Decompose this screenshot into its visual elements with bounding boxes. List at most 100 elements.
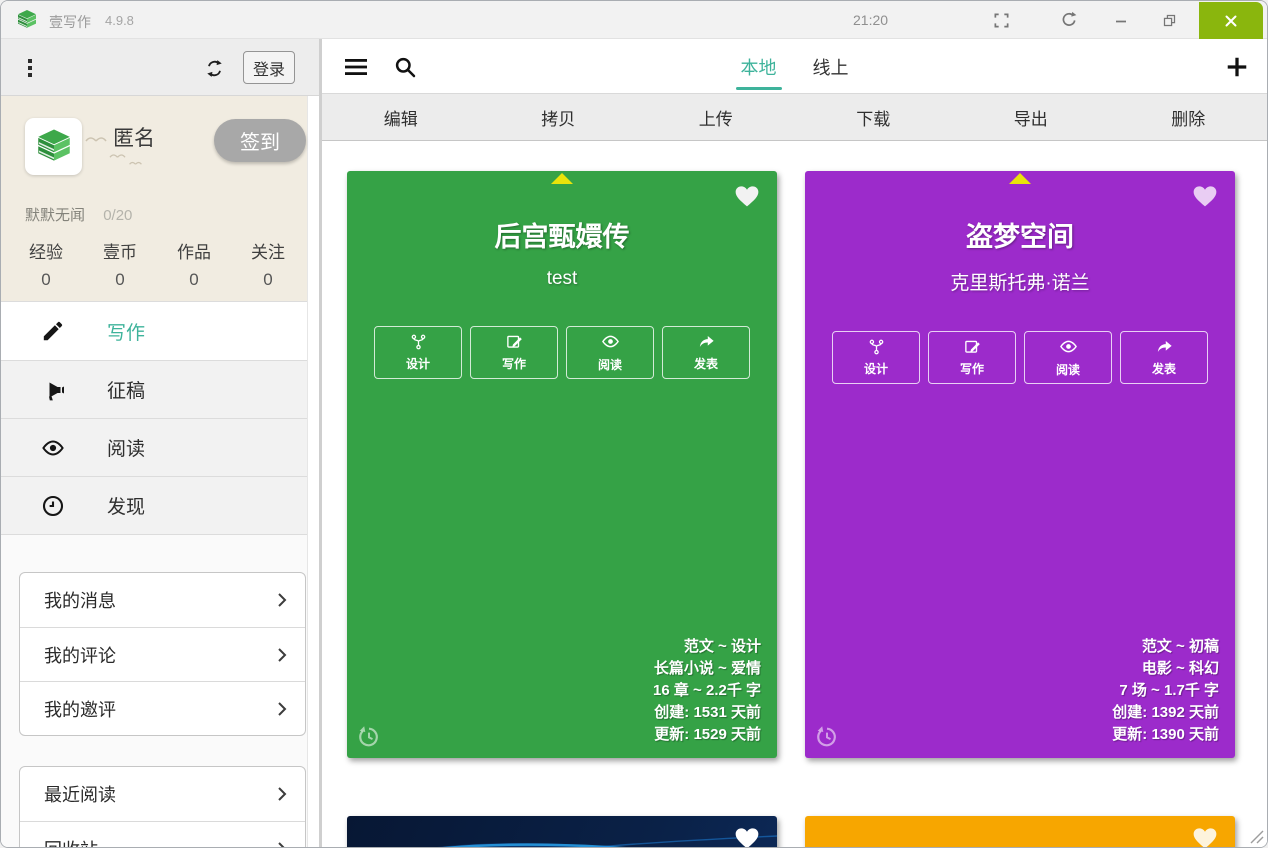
menu-kebab-button[interactable] — [15, 53, 45, 83]
eye-icon — [601, 332, 620, 351]
fork-icon — [410, 333, 427, 350]
username-text: 匿名 — [113, 122, 155, 152]
main-panel: 本地 线上 编辑 拷贝 上传 下载 导出 — [322, 39, 1267, 848]
recent-group: 最近阅读 回收站 — [19, 766, 306, 848]
clock-text: 21:20 — [853, 12, 888, 28]
action-toolbar: 编辑 拷贝 上传 下载 导出 删除 — [322, 94, 1267, 141]
avatar[interactable] — [25, 118, 82, 175]
bird-watermark-icon — [129, 160, 142, 165]
app-logo-icon — [15, 8, 39, 32]
resize-grip-icon — [1247, 827, 1265, 845]
card-subtitle: test — [347, 268, 777, 290]
read-button[interactable]: 阅读 — [566, 326, 654, 379]
design-button[interactable]: 设计 — [374, 326, 462, 379]
favorite-heart-icon[interactable] — [733, 824, 763, 848]
edit-square-icon — [964, 338, 981, 355]
search-button[interactable] — [394, 55, 420, 79]
app-title: 壹写作 — [49, 12, 91, 32]
sidebar: 登录 — [1, 39, 319, 848]
delete-button[interactable]: 删除 — [1110, 94, 1268, 140]
hamburger-icon — [344, 57, 368, 77]
rank-progress-text: 0/20 — [103, 207, 132, 224]
card-actions: 设计 写作 — [805, 331, 1235, 384]
list-item-my-messages[interactable]: 我的消息 — [20, 573, 305, 627]
upload-button[interactable]: 上传 — [637, 94, 795, 140]
read-button[interactable]: 阅读 — [1024, 331, 1112, 384]
tab-local[interactable]: 本地 — [741, 39, 777, 94]
sidebar-scroll-area: 匿名 签到 默默无闻 0/20 经验 0 壹币 — [1, 96, 319, 848]
sidebar-item-label: 征稿 — [107, 376, 145, 403]
sidebar-topbar: 登录 — [1, 39, 319, 96]
sort-triangle-icon — [551, 173, 573, 184]
share-arrow-icon — [1156, 338, 1173, 355]
sidebar-item-writing[interactable]: 写作 — [1, 302, 307, 360]
sidebar-item-reading[interactable]: 阅读 — [1, 418, 307, 476]
fullscreen-button[interactable] — [981, 1, 1021, 39]
card-actions: 设计 写作 — [347, 326, 777, 379]
favorite-heart-icon[interactable] — [1191, 824, 1221, 848]
edit-button[interactable]: 编辑 — [322, 94, 480, 140]
bird-watermark-icon — [85, 134, 107, 142]
app-window: 壹写作 4.9.8 21:20 — [0, 0, 1268, 848]
main-topbar: 本地 线上 — [322, 39, 1267, 94]
fullscreen-icon — [993, 12, 1010, 29]
list-item-my-invited-reviews[interactable]: 我的邀评 — [20, 681, 305, 735]
project-card-navy[interactable] — [347, 816, 777, 848]
search-icon — [394, 56, 416, 78]
sidebar-item-discover[interactable]: 发现 — [1, 476, 307, 534]
sidebar-item-submissions[interactable]: 征稿 — [1, 360, 307, 418]
history-button[interactable] — [815, 724, 841, 750]
minimize-icon — [1114, 13, 1128, 27]
favorite-heart-icon[interactable] — [733, 182, 763, 209]
rank-text: 默默无闻 — [25, 207, 85, 224]
restore-button[interactable] — [1149, 1, 1189, 39]
rank-row: 默默无闻 0/20 — [25, 204, 132, 225]
list-item-my-comments[interactable]: 我的评论 — [20, 627, 305, 681]
project-card-inception[interactable]: 盗梦空间 克里斯托弗·诺兰 设计 — [805, 171, 1235, 758]
share-arrow-icon — [698, 333, 715, 350]
project-card-zhenhuan[interactable]: 后宫甄嬛传 test 设计 — [347, 171, 777, 758]
chevron-right-icon — [277, 701, 287, 717]
kebab-icon — [27, 58, 33, 78]
pencil-icon — [41, 319, 65, 343]
list-item-recycle-bin[interactable]: 回收站 — [20, 821, 305, 848]
tab-online[interactable]: 线上 — [813, 39, 849, 94]
list-item-recent-reading[interactable]: 最近阅读 — [20, 767, 305, 821]
stat-coin: 壹币 0 — [83, 238, 157, 290]
card-title: 盗梦空间 — [805, 215, 1235, 254]
reload-icon — [1060, 11, 1078, 29]
export-button[interactable]: 导出 — [952, 94, 1110, 140]
favorite-heart-icon[interactable] — [1191, 182, 1221, 209]
fork-icon — [868, 338, 885, 355]
minimize-button[interactable] — [1101, 1, 1141, 39]
stat-follow: 关注 0 — [231, 238, 305, 290]
write-button[interactable]: 写作 — [928, 331, 1016, 384]
publish-button[interactable]: 发表 — [662, 326, 750, 379]
active-tab-underline — [736, 87, 782, 90]
download-button[interactable]: 下载 — [795, 94, 953, 140]
project-card-orange[interactable] — [805, 816, 1235, 848]
sync-button[interactable] — [199, 53, 229, 83]
profile-panel: 匿名 签到 默默无闻 0/20 经验 0 壹币 — [1, 96, 307, 301]
eye-icon — [41, 436, 65, 460]
card-subtitle: 克里斯托弗·诺兰 — [805, 268, 1235, 295]
copy-button[interactable]: 拷贝 — [480, 94, 638, 140]
chevron-right-icon — [277, 647, 287, 663]
close-button[interactable] — [1199, 2, 1263, 39]
reload-button[interactable] — [1049, 1, 1089, 39]
add-project-button[interactable] — [1225, 54, 1253, 80]
sync-icon — [205, 59, 224, 78]
checkin-button[interactable]: 签到 — [214, 119, 306, 162]
write-button[interactable]: 写作 — [470, 326, 558, 379]
restore-icon — [1162, 13, 1177, 28]
design-button[interactable]: 设计 — [832, 331, 920, 384]
chevron-right-icon — [277, 592, 287, 608]
megaphone-icon — [41, 378, 65, 402]
resize-grip[interactable] — [1247, 827, 1265, 845]
publish-button[interactable]: 发表 — [1120, 331, 1208, 384]
stat-experience: 经验 0 — [9, 238, 83, 290]
clock-icon — [41, 494, 65, 518]
history-button[interactable] — [357, 724, 383, 750]
login-button[interactable]: 登录 — [243, 51, 295, 84]
hamburger-menu-button[interactable] — [344, 55, 370, 79]
